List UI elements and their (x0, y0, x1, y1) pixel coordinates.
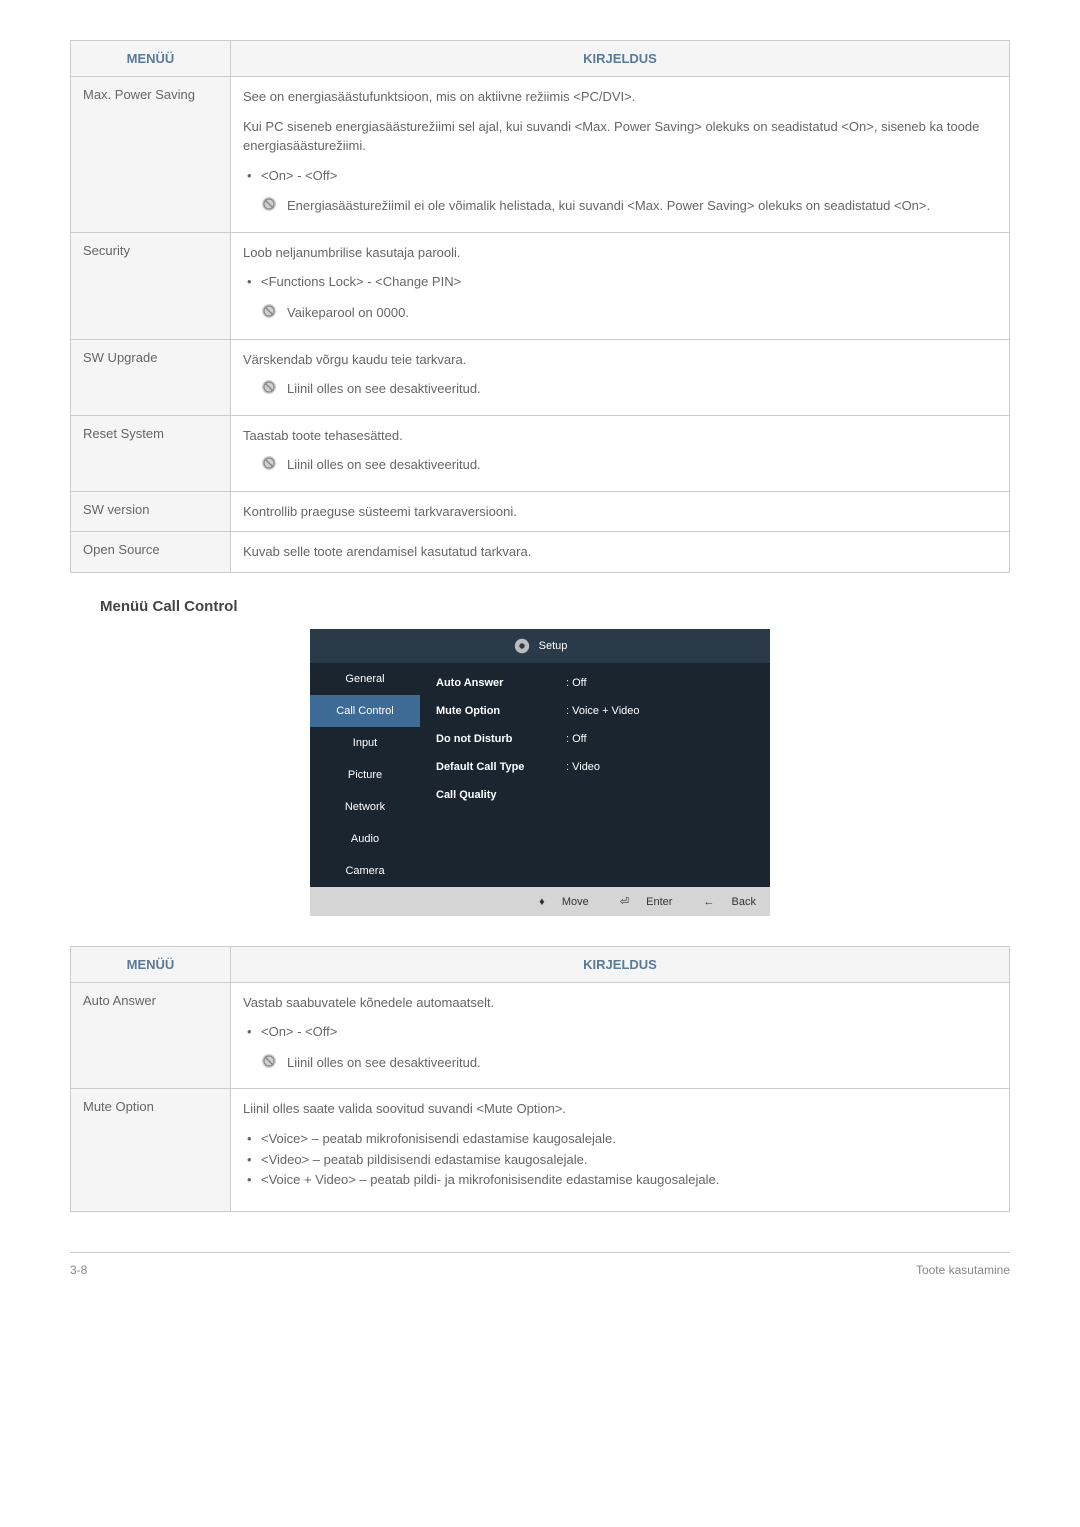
setup-content: Auto Answer: Off Mute Option: Voice + Vi… (420, 663, 770, 887)
note-icon (261, 1053, 277, 1069)
menu-name: Open Source (71, 532, 231, 573)
note-text: Liinil olles on see desaktiveeritud. (287, 1053, 481, 1073)
setup-option[interactable]: Do not Disturb: Off (432, 725, 758, 753)
setup-header: Setup (310, 629, 770, 663)
bullet-item: <Functions Lock> - <Change PIN> (261, 272, 997, 293)
enter-icon: ⏎ (620, 896, 629, 908)
bullet-item: <Voice + Video> – peatab pildi- ja mikro… (261, 1170, 997, 1191)
table-row: Max. Power Saving See on energiasäästufu… (71, 77, 1010, 233)
setup-footer: ♦ Move ⏎ Enter ← Back (310, 887, 770, 916)
desc-text: Kuvab selle toote arendamisel kasutatud … (243, 542, 997, 562)
note-text: Liinil olles on see desaktiveeritud. (287, 379, 481, 399)
option-value: : Video (566, 761, 754, 773)
th-desc: KIRJELDUS (231, 946, 1010, 982)
option-label: Call Quality (436, 789, 566, 801)
updown-icon: ♦ (539, 896, 545, 908)
footer-move: ♦ Move (525, 896, 589, 908)
menu-name: Security (71, 232, 231, 339)
sidebar-item-camera[interactable]: Camera (310, 855, 420, 887)
sidebar-item-general[interactable]: General (310, 663, 420, 695)
note-icon (261, 379, 277, 395)
option-label: Mute Option (436, 705, 566, 717)
desc-text: Taastab toote tehasesätted. (243, 426, 997, 446)
note: Vaikeparool on 0000. (243, 303, 997, 323)
note-icon (261, 455, 277, 471)
note-icon (261, 303, 277, 319)
table-row: SW version Kontrollib praeguse süsteemi … (71, 491, 1010, 532)
desc-text: Kontrollib praeguse süsteemi tarkvaraver… (243, 502, 997, 522)
note-text: Energiasäästurežiimil ei ole võimalik he… (287, 196, 930, 216)
option-label: Auto Answer (436, 677, 566, 689)
desc-text: Värskendab võrgu kaudu teie tarkvara. (243, 350, 997, 370)
option-label: Default Call Type (436, 761, 566, 773)
menu-desc: Taastab toote tehasesätted. Liinil olles… (231, 415, 1010, 491)
th-desc: KIRJELDUS (231, 41, 1010, 77)
note: Energiasäästurežiimil ei ole võimalik he… (243, 196, 997, 216)
setup-panel: Setup General Call Control Input Picture… (310, 629, 770, 916)
menu-table-2: MENÜÜ KIRJELDUS Auto Answer Vastab saabu… (70, 946, 1010, 1213)
gear-icon (513, 637, 531, 655)
table-row: Auto Answer Vastab saabuvatele kõnedele … (71, 982, 1010, 1089)
menu-name: SW version (71, 491, 231, 532)
setup-option[interactable]: Mute Option: Voice + Video (432, 697, 758, 725)
th-menu: MENÜÜ (71, 41, 231, 77)
menu-desc: Värskendab võrgu kaudu teie tarkvara. Li… (231, 339, 1010, 415)
setup-sidebar: General Call Control Input Picture Netwo… (310, 663, 420, 887)
menu-desc: Kuvab selle toote arendamisel kasutatud … (231, 532, 1010, 573)
back-icon: ← (703, 896, 714, 908)
setup-option[interactable]: Auto Answer: Off (432, 669, 758, 697)
menu-name: Reset System (71, 415, 231, 491)
footer-enter: ⏎ Enter (606, 896, 673, 908)
table-row: Reset System Taastab toote tehasesätted.… (71, 415, 1010, 491)
bullet-item: <On> - <Off> (261, 166, 997, 187)
menu-desc: See on energiasäästufunktsioon, mis on a… (231, 77, 1010, 233)
page-footer: 3-8 Toote kasutamine (70, 1252, 1010, 1277)
menu-name: Mute Option (71, 1089, 231, 1212)
note-text: Vaikeparool on 0000. (287, 303, 409, 323)
setup-option[interactable]: Call Quality (432, 781, 758, 809)
menu-name: SW Upgrade (71, 339, 231, 415)
table-row: Mute Option Liinil olles saate valida so… (71, 1089, 1010, 1212)
table-row: SW Upgrade Värskendab võrgu kaudu teie t… (71, 339, 1010, 415)
bullet-item: <Voice> – peatab mikrofonisisendi edasta… (261, 1129, 997, 1150)
sidebar-item-picture[interactable]: Picture (310, 759, 420, 791)
option-value: : Off (566, 733, 754, 745)
footer-title: Toote kasutamine (916, 1263, 1010, 1277)
desc-text: Loob neljanumbrilise kasutaja parooli. (243, 243, 997, 263)
sidebar-item-network[interactable]: Network (310, 791, 420, 823)
note: Liinil olles on see desaktiveeritud. (243, 1053, 997, 1073)
menu-name: Max. Power Saving (71, 77, 231, 233)
desc-text: See on energiasäästufunktsioon, mis on a… (243, 87, 997, 107)
note-icon (261, 196, 277, 212)
bullet-item: <On> - <Off> (261, 1022, 997, 1043)
footer-back: ← Back (689, 896, 756, 908)
option-label: Do not Disturb (436, 733, 566, 745)
sidebar-item-call-control[interactable]: Call Control (310, 695, 420, 727)
th-menu: MENÜÜ (71, 946, 231, 982)
menu-desc: Loob neljanumbrilise kasutaja parooli. <… (231, 232, 1010, 339)
table-row: Open Source Kuvab selle toote arendamise… (71, 532, 1010, 573)
table-row: Security Loob neljanumbrilise kasutaja p… (71, 232, 1010, 339)
menu-desc: Kontrollib praeguse süsteemi tarkvaraver… (231, 491, 1010, 532)
menu-table-1: MENÜÜ KIRJELDUS Max. Power Saving See on… (70, 40, 1010, 573)
note: Liinil olles on see desaktiveeritud. (243, 379, 997, 399)
option-value (566, 789, 754, 801)
desc-text: Liinil olles saate valida soovitud suvan… (243, 1099, 997, 1119)
bullet-item: <Video> – peatab pildisisendi edastamise… (261, 1150, 997, 1171)
option-value: : Off (566, 677, 754, 689)
menu-desc: Liinil olles saate valida soovitud suvan… (231, 1089, 1010, 1212)
sidebar-item-audio[interactable]: Audio (310, 823, 420, 855)
note: Liinil olles on see desaktiveeritud. (243, 455, 997, 475)
menu-name: Auto Answer (71, 982, 231, 1089)
setup-title: Setup (539, 640, 568, 652)
menu-desc: Vastab saabuvatele kõnedele automaatselt… (231, 982, 1010, 1089)
desc-text: Kui PC siseneb energiasäästurežiimi sel … (243, 117, 997, 156)
section-title: Menüü Call Control (100, 598, 1010, 615)
desc-text: Vastab saabuvatele kõnedele automaatselt… (243, 993, 997, 1013)
setup-option[interactable]: Default Call Type: Video (432, 753, 758, 781)
note-text: Liinil olles on see desaktiveeritud. (287, 455, 481, 475)
sidebar-item-input[interactable]: Input (310, 727, 420, 759)
option-value: : Voice + Video (566, 705, 754, 717)
page-number: 3-8 (70, 1263, 87, 1277)
